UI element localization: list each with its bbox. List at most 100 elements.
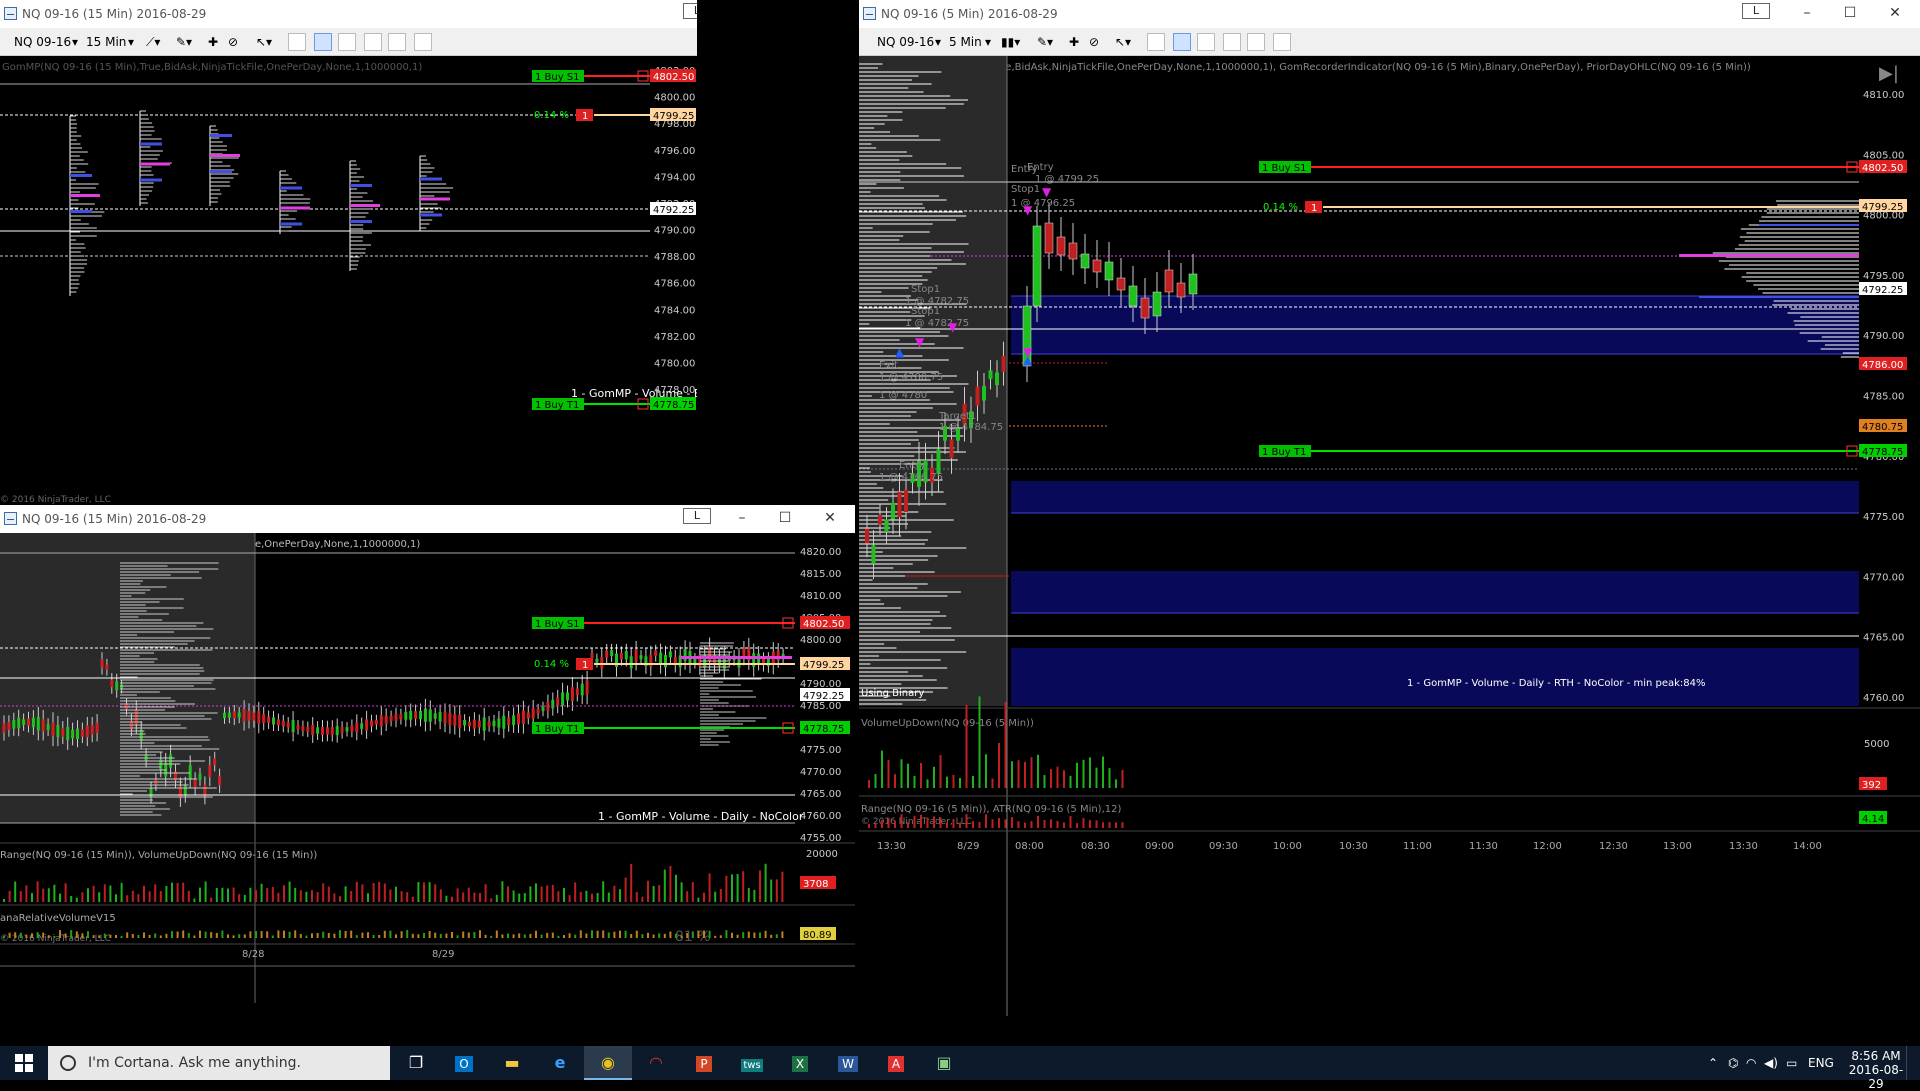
dropdown-arrow-icon[interactable]: ▾ xyxy=(935,32,941,52)
excel-icon[interactable]: X xyxy=(776,1046,824,1080)
chart-canvas[interactable]: GomMP(NQ 09-16 (5 Min),True,BidAsk,Ninja… xyxy=(859,56,1920,1046)
window-title: NQ 09-16 (15 Min) 2016-08-29 xyxy=(22,512,207,526)
maximize-icon[interactable]: ☐ xyxy=(1838,4,1862,22)
notification-icon[interactable]: ▭ xyxy=(1786,1046,1797,1080)
app-icon[interactable]: ▣ xyxy=(920,1046,968,1080)
close-icon[interactable]: ✕ xyxy=(818,509,842,527)
dropdown-arrow-icon[interactable]: ▾ xyxy=(128,32,134,52)
candle-body xyxy=(1092,259,1102,273)
tray-chevron-icon[interactable]: ⌃ xyxy=(1708,1046,1718,1080)
price-axis-label: 4820.00 xyxy=(800,547,841,558)
indicators-icon[interactable] xyxy=(314,33,332,51)
magnifier-icon[interactable] xyxy=(1147,33,1165,51)
data-box-icon[interactable] xyxy=(364,33,382,51)
instrument-selector[interactable]: NQ 09-16 xyxy=(14,32,71,52)
link-button[interactable]: L xyxy=(1742,3,1770,19)
properties-icon[interactable] xyxy=(1247,33,1265,51)
candle-body xyxy=(472,719,476,729)
drawing-tool-icon[interactable]: ✎▾ xyxy=(1037,32,1053,52)
price-chart[interactable]: GomMP(NQ 09-16 (15 Min),True,BidAsk,Ninj… xyxy=(0,533,855,1013)
minimize-icon[interactable]: – xyxy=(1795,4,1819,22)
instrument-selector[interactable]: NQ 09-16 xyxy=(877,32,934,52)
candle-body xyxy=(80,729,84,737)
notifications-button[interactable] xyxy=(1906,1046,1920,1080)
chart-canvas[interactable]: GomMP(NQ 09-16 (15 Min),True,BidAsk,Ninj… xyxy=(0,533,855,1013)
volume-icon[interactable]: ◀) xyxy=(1764,1046,1778,1080)
interval-selector[interactable]: 15 Min xyxy=(86,32,126,52)
value-area-marker xyxy=(1699,296,1859,298)
execution-arrow-icon: ▲ xyxy=(895,345,905,359)
chrome-icon[interactable]: ◉ xyxy=(584,1046,632,1080)
task-view-icon[interactable]: ❐ xyxy=(392,1046,440,1080)
chart-trader-icon[interactable] xyxy=(1273,33,1291,51)
title-bar[interactable]: NQ 09-16 (15 Min) 2016-08-29 L – xyxy=(0,0,697,28)
value-area-marker xyxy=(210,170,232,173)
close-icon[interactable]: ✕ xyxy=(1883,4,1907,22)
zoom-in-icon[interactable]: ✚ xyxy=(1069,32,1079,52)
search-box[interactable]: I'm Cortana. Ask me anything. xyxy=(48,1046,390,1080)
price-tag: 4786.00 xyxy=(1862,360,1903,371)
chart-style-icon[interactable]: ⟋▾ xyxy=(146,32,160,52)
properties-icon[interactable] xyxy=(388,33,406,51)
title-bar[interactable]: NQ 09-16 (15 Min) 2016-08-29 L – ☐ ✕ xyxy=(0,505,855,533)
candle-body xyxy=(105,664,109,670)
candle-body xyxy=(193,779,197,788)
title-bar[interactable]: NQ 09-16 (5 Min) 2016-08-29 L – ☐ ✕ xyxy=(859,0,1920,28)
candle-body xyxy=(110,679,114,688)
acrobat-icon[interactable]: A xyxy=(872,1046,920,1080)
interval-selector[interactable]: 5 Min xyxy=(949,32,982,52)
maximize-icon[interactable]: ☐ xyxy=(773,509,797,527)
cursor-tool-icon[interactable]: ↖▾ xyxy=(256,32,272,52)
magnifier-icon[interactable] xyxy=(288,33,306,51)
candle-body xyxy=(139,729,143,742)
strategies-icon[interactable] xyxy=(1197,33,1215,51)
dropdown-arrow-icon[interactable]: ▾ xyxy=(72,32,78,52)
candle-body xyxy=(619,652,623,660)
data-box-icon[interactable] xyxy=(1223,33,1241,51)
language-indicator[interactable]: ENG xyxy=(1808,1046,1834,1080)
price-chart[interactable]: GomMP(NQ 09-16 (15 Min),True,BidAsk,Ninj… xyxy=(0,56,697,505)
chart-style-icon[interactable]: ▮▮▾ xyxy=(1001,32,1020,52)
order-buy-s1-label: 1 Buy S1 xyxy=(1262,163,1307,174)
profile-footer: 1 - GomMP - Volume - Bar - RTH - NoColor xyxy=(571,387,697,400)
price-chart[interactable]: GomMP(NQ 09-16 (5 Min),True,BidAsk,Ninja… xyxy=(859,56,1920,1046)
link-button[interactable]: L xyxy=(683,3,697,19)
ninjatrader-icon[interactable]: ◠ xyxy=(632,1046,680,1080)
edge-icon[interactable]: e xyxy=(536,1046,584,1080)
candle-body xyxy=(7,722,11,730)
start-button[interactable] xyxy=(0,1046,48,1080)
candle-body xyxy=(546,702,550,712)
time-axis-label: 13:30 xyxy=(877,841,906,852)
powerpoint-icon[interactable]: P xyxy=(680,1046,728,1080)
indicator-label: GomMP(NQ 09-16 (15 Min),True,BidAsk,Ninj… xyxy=(2,62,422,73)
time-axis-label: 14:00 xyxy=(1793,841,1822,852)
wifi-icon[interactable]: ◠ xyxy=(1746,1046,1756,1080)
candle-body xyxy=(512,715,516,726)
outlook-icon[interactable]: O xyxy=(440,1046,488,1080)
dropdown-arrow-icon[interactable]: ▾ xyxy=(985,32,991,52)
candle-body xyxy=(458,714,462,728)
link-button[interactable]: L xyxy=(683,508,711,524)
minimize-icon[interactable]: – xyxy=(730,509,754,527)
clock[interactable]: 8:56 AM 2016-08-29 xyxy=(1848,1046,1904,1091)
file-explorer-icon[interactable]: ▬ xyxy=(488,1046,536,1080)
indicators-icon[interactable] xyxy=(1173,33,1191,51)
tws-icon[interactable]: tws xyxy=(728,1046,776,1080)
time-axis-label: 08:30 xyxy=(1081,841,1110,852)
chart-trader-icon[interactable] xyxy=(414,33,432,51)
candle-body xyxy=(428,709,432,722)
ninjatrader-chart-icon xyxy=(4,512,17,525)
chart-canvas[interactable]: GomMP(NQ 09-16 (15 Min),True,BidAsk,Ninj… xyxy=(0,56,697,505)
cursor-tool-icon[interactable]: ↖▾ xyxy=(1115,32,1131,52)
price-tag: 4778.75 xyxy=(803,724,844,735)
candle-body xyxy=(335,726,339,736)
network-icon[interactable]: ⌬ xyxy=(1728,1046,1738,1080)
zoom-out-icon[interactable]: ⊘ xyxy=(228,32,238,52)
taskbar: I'm Cortana. Ask me anything. ❐ O ▬ e ◉ … xyxy=(0,1046,1920,1091)
strategies-icon[interactable] xyxy=(338,33,356,51)
word-icon[interactable]: W xyxy=(824,1046,872,1080)
zoom-in-icon[interactable]: ✚ xyxy=(208,32,218,52)
zoom-out-icon[interactable]: ⊘ xyxy=(1089,32,1099,52)
candle-body xyxy=(36,716,40,731)
drawing-tool-icon[interactable]: ✎▾ xyxy=(176,32,192,52)
